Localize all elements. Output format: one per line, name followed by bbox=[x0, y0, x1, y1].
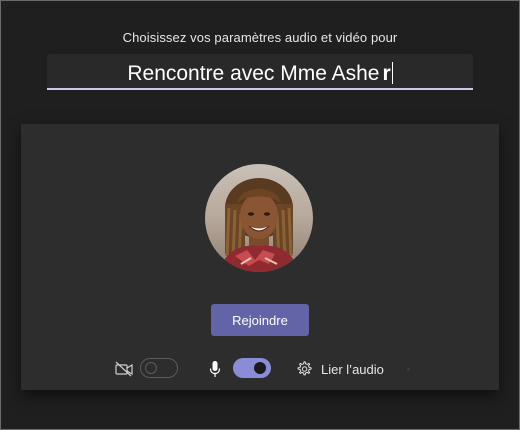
text-caret bbox=[391, 62, 393, 84]
microphone-toggle[interactable] bbox=[233, 358, 271, 378]
gear-icon bbox=[297, 361, 312, 376]
dialog-heading: Choisissez vos paramètres audio et vidéo… bbox=[122, 30, 398, 45]
avatar bbox=[205, 164, 313, 272]
audio-settings-button[interactable]: Lier l’audio bbox=[295, 359, 384, 379]
avatar-photo bbox=[205, 164, 313, 272]
meeting-title-field[interactable]: Rencontre avec Mme Ashe r bbox=[47, 54, 473, 90]
meeting-title-text: Rencontre avec Mme Ashe bbox=[127, 62, 380, 85]
typed-character: r bbox=[382, 62, 391, 85]
join-button[interactable]: Rejoindre bbox=[211, 304, 309, 336]
video-preview-panel: Rejoindre Lier l’audio bbox=[21, 124, 499, 390]
camera-toggle-knob bbox=[145, 362, 157, 374]
overflow-indicator bbox=[407, 368, 410, 371]
camera-toggle[interactable] bbox=[140, 358, 178, 378]
microphone-toggle-knob bbox=[254, 362, 266, 374]
audio-settings-label: Lier l’audio bbox=[321, 361, 384, 377]
join-meeting-window: Choisissez vos paramètres audio et vidéo… bbox=[0, 0, 520, 430]
microphone-icon bbox=[209, 361, 221, 377]
device-controls: Lier l’audio bbox=[21, 356, 499, 382]
video-off-icon bbox=[115, 361, 133, 377]
